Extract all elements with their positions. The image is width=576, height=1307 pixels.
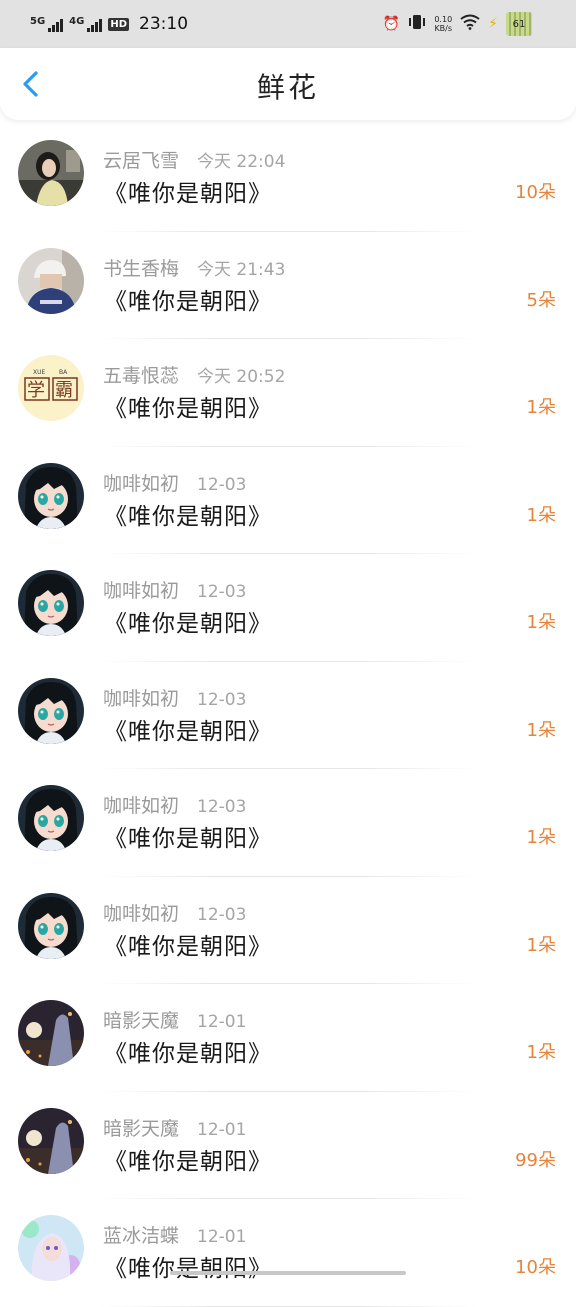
list-item[interactable]: 咖啡如初 12-03 《唯你是朝阳》 1朵 — [0, 877, 576, 984]
avatar[interactable] — [18, 677, 84, 744]
flower-count: 1朵 — [526, 1042, 556, 1063]
flower-count: 10朵 — [515, 182, 556, 203]
avatar[interactable] — [18, 892, 84, 959]
send-date: 12-01 — [197, 1227, 247, 1247]
charging-icon: ⚡ — [488, 16, 498, 32]
sender-name[interactable]: 书生香梅 — [103, 258, 179, 280]
signal-5g-icon: 5G — [30, 16, 64, 32]
book-title: 《唯你是朝阳》 — [104, 396, 272, 422]
avatar[interactable] — [18, 785, 84, 851]
list-item[interactable]: XUE BA 学霸 五毒恨蕊 今天 20:52 《唯你是朝阳》 1朵 — [0, 339, 576, 447]
status-bar: 5G 4G HD 23:10 ⏰ 0.10 KB/s ⚡ 61 — [0, 0, 576, 48]
sender-line: 咖啡如初 12-03 — [103, 899, 246, 926]
avatar[interactable] — [18, 462, 84, 529]
vibrate-icon — [408, 14, 426, 34]
book-title: 《唯你是朝阳》 — [104, 826, 272, 852]
send-date: 12-01 — [197, 1119, 247, 1140]
sender-name[interactable]: 咖啡如初 — [103, 795, 179, 817]
flower-count: 1朵 — [526, 397, 556, 418]
send-date: 今天 22:04 — [197, 152, 286, 172]
svg-text:BA: BA — [59, 369, 68, 376]
battery-icon: 61 — [506, 12, 532, 36]
sender-line: 蓝冰洁蝶 12-01 — [103, 1221, 246, 1248]
home-indicator[interactable] — [170, 1271, 406, 1275]
hd-voice-icon: HD — [108, 17, 130, 31]
list-item[interactable]: 暗影天魔 12-01 《唯你是朝阳》 1朵 — [0, 984, 576, 1092]
sender-line: 暗影天魔 12-01 — [103, 1114, 246, 1141]
network-speed: 0.10 KB/s — [434, 15, 453, 33]
flower-count: 10朵 — [515, 1257, 556, 1278]
signal-4g-icon: 4G — [69, 16, 103, 32]
send-date: 今天 21:43 — [197, 259, 286, 280]
send-date: 12-03 — [197, 582, 247, 602]
sender-name[interactable]: 咖啡如初 — [103, 580, 179, 602]
flower-count: 1朵 — [526, 504, 556, 526]
sender-line: 咖啡如初 12-03 — [103, 576, 246, 603]
book-title: 《唯你是朝阳》 — [104, 718, 272, 745]
list-item[interactable]: 蓝冰洁蝶 12-01 《唯你是朝阳》 10朵 — [0, 1199, 576, 1307]
flower-count: 1朵 — [526, 827, 556, 848]
send-date: 12-03 — [197, 474, 247, 495]
send-date: 12-03 — [197, 797, 247, 817]
list-item[interactable]: 咖啡如初 12-03 《唯你是朝阳》 1朵 — [0, 447, 576, 554]
divider — [100, 1305, 476, 1307]
send-date: 12-03 — [197, 689, 247, 710]
flower-record-list[interactable]: 云居飞雪 今天 22:04 《唯你是朝阳》 10朵 书生香梅 今天 21:43 《唯你是朝阳… — [0, 124, 576, 1307]
page-title: 鲜花 — [256, 71, 319, 104]
book-title: 《唯你是朝阳》 — [104, 1148, 272, 1175]
list-item[interactable]: 书生香梅 今天 21:43 《唯你是朝阳》 5朵 — [0, 232, 576, 339]
avatar[interactable]: XUE BA 学霸 — [18, 355, 84, 421]
sender-line: 五毒恨蕊 今天 20:52 — [103, 361, 285, 388]
avatar[interactable] — [18, 570, 84, 636]
svg-text:XUE: XUE — [33, 369, 46, 376]
flower-count: 1朵 — [526, 612, 556, 633]
page-header: 鲜花 — [0, 48, 576, 120]
sender-name[interactable]: 云居飞雪 — [103, 150, 179, 172]
sender-line: 云居飞雪 今天 22:04 — [103, 146, 285, 173]
sender-line: 咖啡如初 12-03 — [103, 684, 246, 711]
flower-count: 1朵 — [526, 934, 556, 956]
sender-name[interactable]: 暗影天魔 — [103, 1010, 179, 1032]
sender-name[interactable]: 咖啡如初 — [103, 688, 179, 710]
wifi-icon — [460, 14, 480, 34]
flower-count: 99朵 — [515, 1149, 556, 1171]
book-title: 《唯你是朝阳》 — [104, 933, 272, 960]
book-title: 《唯你是朝阳》 — [104, 288, 272, 315]
sender-name[interactable]: 咖啡如初 — [103, 903, 179, 925]
avatar[interactable] — [18, 1000, 84, 1066]
svg-text:学: 学 — [27, 380, 45, 401]
list-item[interactable]: 咖啡如初 12-03 《唯你是朝阳》 1朵 — [0, 554, 576, 662]
send-date: 今天 20:52 — [197, 367, 286, 387]
list-item[interactable]: 咖啡如初 12-03 《唯你是朝阳》 1朵 — [0, 769, 576, 877]
sender-name[interactable]: 蓝冰洁蝶 — [103, 1225, 179, 1247]
avatar[interactable] — [18, 247, 84, 314]
flower-count: 5朵 — [526, 289, 556, 311]
book-title: 《唯你是朝阳》 — [104, 611, 272, 637]
sender-name[interactable]: 暗影天魔 — [103, 1118, 179, 1140]
alarm-icon: ⏰ — [382, 16, 401, 32]
book-title: 《唯你是朝阳》 — [104, 181, 272, 207]
send-date: 12-01 — [197, 1012, 247, 1032]
book-title: 《唯你是朝阳》 — [104, 1041, 272, 1067]
sender-line: 咖啡如初 12-03 — [103, 791, 246, 818]
send-date: 12-03 — [197, 904, 247, 925]
clock: 23:10 — [139, 14, 189, 34]
book-title: 《唯你是朝阳》 — [104, 503, 272, 530]
avatar[interactable] — [18, 1215, 84, 1281]
list-item[interactable]: 咖啡如初 12-03 《唯你是朝阳》 1朵 — [0, 662, 576, 769]
list-item[interactable]: 暗影天魔 12-01 《唯你是朝阳》 99朵 — [0, 1092, 576, 1199]
sender-line: 暗影天魔 12-01 — [103, 1006, 246, 1033]
sender-name[interactable]: 咖啡如初 — [103, 473, 179, 495]
svg-text:霸: 霸 — [55, 380, 73, 401]
book-title: 《唯你是朝阳》 — [104, 1256, 272, 1282]
avatar[interactable] — [18, 1107, 84, 1174]
sender-line: 咖啡如初 12-03 — [103, 469, 246, 496]
list-item[interactable]: 云居飞雪 今天 22:04 《唯你是朝阳》 10朵 — [0, 124, 576, 232]
sender-name[interactable]: 五毒恨蕊 — [103, 365, 179, 387]
avatar[interactable] — [18, 140, 84, 206]
flower-count: 1朵 — [526, 719, 556, 741]
sender-line: 书生香梅 今天 21:43 — [103, 254, 285, 281]
